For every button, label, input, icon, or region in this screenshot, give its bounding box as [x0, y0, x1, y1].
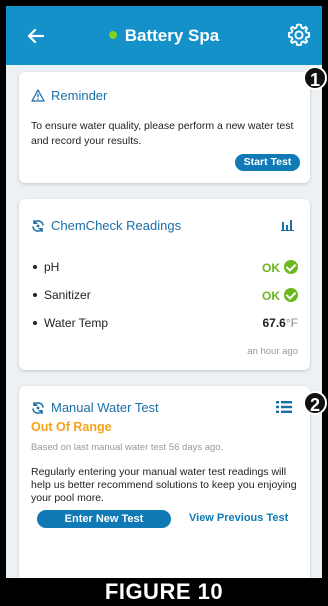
reading-label: Sanitizer — [44, 288, 91, 302]
phone-frame: Battery Spa Reminder To ensure water qua… — [0, 0, 328, 579]
temp-unit: °F — [285, 316, 298, 330]
reading-row-sanitizer: Sanitizer OK — [33, 288, 298, 306]
ok-status: OK — [262, 289, 280, 303]
bullet — [33, 293, 37, 297]
gear-icon[interactable] — [286, 22, 312, 48]
status-dot — [108, 31, 117, 39]
reading-row-ph: pH OK — [33, 260, 298, 278]
bullet — [33, 321, 37, 325]
manual-test-title: Manual Water Test — [51, 400, 159, 415]
page-title: Battery Spa — [6, 26, 322, 46]
enter-new-test-button[interactable]: Enter New Test — [37, 510, 171, 528]
app-header: Battery Spa — [6, 6, 322, 65]
recommendation-text: Regularly entering your manual water tes… — [31, 466, 297, 504]
check-circle-icon — [284, 260, 298, 274]
reading-value-ph: OK — [262, 260, 298, 275]
temp-value: 67.6 — [262, 316, 286, 330]
reminder-title: Reminder — [51, 88, 108, 103]
ok-status: OK — [262, 261, 280, 275]
reading-label: Water Temp — [44, 316, 109, 330]
sync-icon — [32, 401, 44, 415]
start-test-button[interactable]: Start Test — [235, 154, 300, 171]
status-out-of-range: Out Of Range — [31, 420, 112, 434]
check-circle-icon — [284, 288, 298, 302]
bullet — [33, 265, 37, 269]
last-test-info: Based on last manual water test 56 days … — [31, 442, 224, 453]
sync-icon — [32, 219, 44, 233]
list-icon[interactable] — [276, 400, 292, 414]
reading-row-water-temp: Water Temp 67.6°F — [33, 316, 298, 334]
last-updated: an hour ago — [247, 346, 298, 357]
callout-marker-1: 1 — [303, 66, 327, 90]
bar-chart-icon[interactable] — [281, 219, 294, 231]
callout-marker-2: 2 — [303, 391, 327, 415]
chemcheck-title: ChemCheck Readings — [51, 218, 182, 233]
figure-caption: FIGURE 10 — [0, 578, 328, 606]
reminder-card: Reminder To ensure water quality, please… — [19, 72, 310, 183]
view-previous-test-link[interactable]: View Previous Test — [189, 512, 288, 524]
chemcheck-card: ChemCheck Readings pH OK Sanitizer OK Wa… — [19, 199, 310, 370]
reading-value-sanitizer: OK — [262, 288, 298, 303]
spa-name: Battery Spa — [124, 26, 220, 45]
app-screen: Battery Spa Reminder To ensure water qua… — [6, 6, 322, 579]
reminder-text: To ensure water quality, please perform … — [31, 120, 294, 147]
reading-value-water-temp: 67.6°F — [263, 316, 299, 330]
reading-label: pH — [44, 260, 60, 274]
manual-test-card: Manual Water Test Out Of Range Based on … — [19, 386, 310, 579]
warning-triangle-icon — [31, 89, 45, 102]
